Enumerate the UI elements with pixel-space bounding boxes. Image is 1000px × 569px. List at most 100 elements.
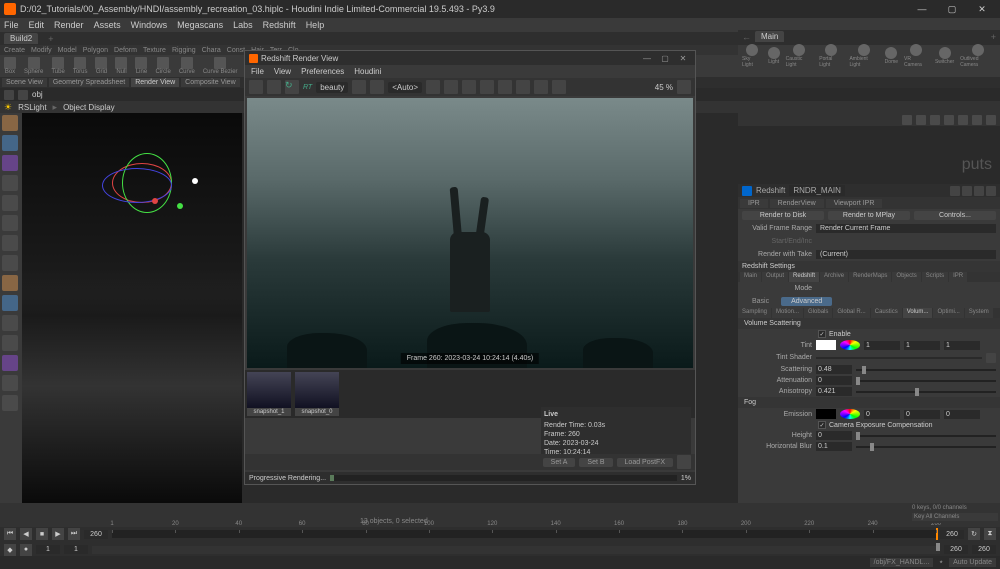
pane-back-icon[interactable]: ← — [742, 32, 751, 42]
close-button[interactable]: ✕ — [968, 1, 996, 17]
mode-advanced[interactable]: Advanced — [781, 297, 832, 306]
tint-r-input[interactable] — [864, 341, 900, 350]
scattering-slider[interactable] — [856, 369, 996, 371]
loop-icon[interactable]: ↻ — [968, 528, 980, 540]
rv-i4-icon[interactable] — [480, 80, 494, 94]
shelf-modify[interactable]: Modify — [31, 47, 52, 54]
current-frame-input[interactable]: 260 — [84, 530, 108, 539]
tint-shader-field[interactable] — [816, 357, 982, 359]
stab-caustics[interactable]: Caustics — [871, 308, 902, 318]
ptab-output[interactable]: Output — [762, 272, 788, 282]
auto-dropdown[interactable]: <Auto> — [388, 82, 422, 93]
color-wheel-icon[interactable] — [840, 409, 860, 419]
path-field[interactable]: obj — [32, 90, 43, 99]
start-frame-input[interactable]: 1 — [36, 545, 60, 554]
tool-grid[interactable]: Grid — [95, 57, 107, 75]
ptab-scripts[interactable]: Scripts — [922, 272, 948, 282]
tool-torus[interactable]: Torus — [73, 57, 88, 75]
menu-redshift[interactable]: Redshift — [263, 20, 296, 30]
rv-i5-icon[interactable] — [498, 80, 512, 94]
fog-header[interactable]: Fog — [738, 397, 1000, 408]
network-view[interactable]: puts — [738, 126, 1000, 184]
stab-system[interactable]: System — [965, 308, 993, 318]
net-grid-icon[interactable] — [902, 115, 912, 125]
tool-tube[interactable]: Tube — [51, 57, 64, 75]
snapshot-thumb[interactable]: snapshot_0 — [295, 372, 339, 416]
gear-icon[interactable] — [677, 455, 691, 469]
ptab-rendermaps[interactable]: RenderMaps — [849, 272, 891, 282]
rtool-dome[interactable]: Dome — [885, 47, 898, 65]
maximize-button[interactable]: ▢ — [938, 1, 966, 17]
set-a-button[interactable]: Set A — [543, 458, 576, 467]
rv-i7-icon[interactable] — [534, 80, 548, 94]
node-name[interactable]: RNDR_MAIN — [789, 185, 845, 196]
rv-region-icon[interactable] — [370, 80, 384, 94]
tool-box[interactable] — [2, 335, 18, 351]
ptab-objects[interactable]: Objects — [892, 272, 920, 282]
tool-brush[interactable] — [2, 255, 18, 271]
last-frame-button[interactable]: ⏭ — [68, 528, 80, 540]
play-button[interactable]: ▶ — [52, 528, 64, 540]
rtool-outlived-camera[interactable]: Outlived Camera — [960, 44, 996, 68]
net-opt1-icon[interactable] — [930, 115, 940, 125]
rv-maximize-button[interactable]: ▢ — [657, 52, 673, 64]
shelf-const[interactable]: Const — [227, 47, 245, 54]
end-frame-input[interactable]: 260 — [940, 530, 964, 539]
help-icon[interactable] — [974, 186, 984, 196]
vol-scatter-header[interactable]: Volume Scattering — [738, 318, 1000, 329]
pin-icon[interactable] — [962, 186, 972, 196]
prev-frame-button[interactable]: ◀ — [20, 528, 32, 540]
rtool-switcher[interactable]: Switcher — [935, 47, 954, 65]
shelf-chara[interactable]: Chara — [202, 47, 221, 54]
tool-measure[interactable] — [2, 395, 18, 411]
shelf-deform[interactable]: Deform — [114, 47, 137, 54]
menu-megascans[interactable]: Megascans — [177, 20, 223, 30]
scope-button[interactable]: ● — [20, 544, 32, 556]
rv-zoom-icon[interactable] — [677, 80, 691, 94]
range-end-input[interactable]: 260 — [944, 545, 968, 554]
ptab-redshift[interactable]: Redshift — [789, 272, 819, 282]
set-b-button[interactable]: Set B — [579, 458, 612, 467]
emission-b-input[interactable] — [944, 410, 980, 419]
rv-minimize-button[interactable]: — — [639, 52, 655, 64]
tool-move[interactable] — [2, 135, 18, 151]
hblur-input[interactable] — [816, 442, 852, 451]
emission-g-input[interactable] — [904, 410, 940, 419]
controls-button[interactable]: Controls... — [914, 211, 996, 220]
rv-menu-prefs[interactable]: Preferences — [301, 67, 344, 76]
rtool-sky-light[interactable]: Sky Light — [742, 44, 762, 68]
rtool-light[interactable]: Light — [768, 47, 780, 65]
rv-lock-icon[interactable] — [267, 80, 281, 94]
rtool-ambient-light[interactable]: Ambient Light — [849, 44, 878, 68]
rv-i2-icon[interactable] — [444, 80, 458, 94]
snapshot-thumb[interactable]: snapshot_1 — [247, 372, 291, 416]
pane-tab-render[interactable]: Render View — [131, 78, 179, 87]
tool-view[interactable] — [2, 215, 18, 231]
tool-circle[interactable]: Circle — [155, 57, 170, 75]
range-end-input2[interactable]: 260 — [972, 545, 996, 554]
rtool-portal-light[interactable]: Portal Light — [819, 44, 843, 68]
zoom-value[interactable]: 45 % — [655, 83, 673, 92]
key-all-button[interactable]: Key All Channels — [912, 513, 998, 521]
tool-select[interactable] — [2, 115, 18, 131]
frame-range-dropdown[interactable]: Render Current Frame — [816, 224, 996, 233]
shelf-create[interactable]: Create — [4, 47, 25, 54]
tool-paint[interactable] — [2, 275, 18, 291]
tool-handle[interactable] — [2, 195, 18, 211]
shelf-rigging[interactable]: Rigging — [172, 47, 196, 54]
object-display-label[interactable]: Object Display — [63, 103, 115, 112]
desktop-tab-build[interactable]: Build2 — [4, 33, 38, 44]
aov-dropdown[interactable]: beauty — [316, 82, 348, 93]
shelf-polygon[interactable]: Polygon — [83, 47, 108, 54]
menu-windows[interactable]: Windows — [131, 20, 168, 30]
plus-icon[interactable]: + — [991, 32, 996, 42]
gear-icon[interactable] — [950, 186, 960, 196]
plus-icon[interactable]: + — [48, 34, 53, 44]
rv-snapshot-icon[interactable] — [352, 80, 366, 94]
realtime-icon[interactable]: ⧗ — [984, 528, 996, 540]
object-tag[interactable]: RSLight — [18, 103, 46, 112]
desktop-tab-main[interactable]: Main — [755, 31, 784, 42]
net-search-icon[interactable] — [986, 115, 996, 125]
rv-menu-file[interactable]: File — [251, 67, 264, 76]
tint-g-input[interactable] — [904, 341, 940, 350]
